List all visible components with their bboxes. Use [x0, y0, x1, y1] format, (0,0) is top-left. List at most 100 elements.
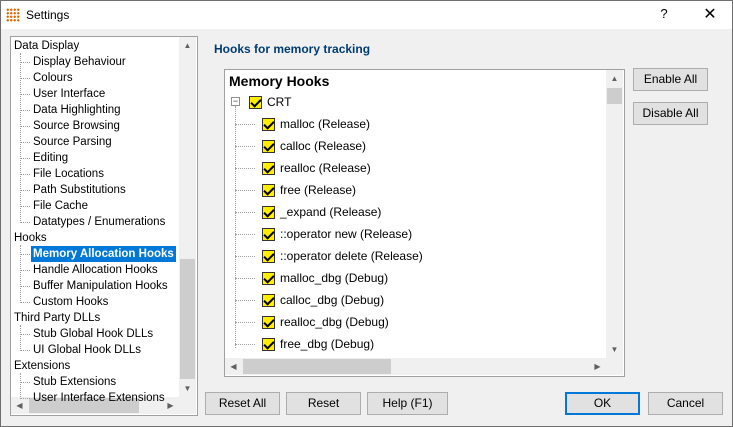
help-button[interactable]: ? — [649, 6, 679, 24]
tree-connector — [235, 344, 255, 345]
scroll-up-arrow-icon[interactable]: ▲ — [606, 70, 623, 87]
tree-category[interactable]: Data Display — [12, 38, 81, 54]
section-title: Hooks for memory tracking — [214, 42, 371, 56]
hook-label: calloc_dbg (Debug) — [280, 293, 385, 307]
reset-all-button[interactable]: Reset All — [205, 392, 280, 415]
crt-group-checkbox[interactable] — [249, 96, 262, 109]
tree-connector — [20, 270, 30, 271]
tree-item[interactable]: User Interface — [31, 86, 107, 102]
app-icon — [6, 8, 20, 22]
hook-checkbox[interactable] — [262, 162, 275, 175]
tree-connector — [235, 234, 255, 235]
scroll-left-arrow-icon[interactable]: ◀ — [225, 358, 242, 375]
scroll-down-arrow-icon[interactable]: ▼ — [606, 341, 623, 358]
tree-item[interactable]: User Interface Extensions — [31, 390, 167, 406]
tree-item[interactable]: UI Global Hook DLLs — [31, 342, 143, 358]
scroll-corner — [179, 397, 196, 414]
ok-button[interactable]: OK — [565, 392, 640, 415]
scroll-thumb-horizontal[interactable] — [243, 359, 391, 374]
hook-label: ::operator delete (Release) — [280, 249, 423, 263]
tree-connector — [20, 373, 21, 399]
scroll-down-arrow-icon[interactable]: ▼ — [179, 380, 196, 397]
tree-connector — [20, 398, 30, 399]
close-button[interactable]: ✕ — [693, 4, 727, 26]
tree-item[interactable]: File Cache — [31, 198, 90, 214]
tree-connector — [20, 286, 30, 287]
hook-label: malloc (Release) — [280, 117, 371, 131]
tree-item[interactable]: Buffer Manipulation Hooks — [31, 278, 170, 294]
tree-item[interactable]: Datatypes / Enumerations — [31, 214, 167, 230]
tree-category[interactable]: Third Party DLLs — [12, 310, 102, 326]
hook-label: realloc_dbg (Debug) — [280, 315, 389, 329]
tree-connector — [20, 62, 30, 63]
disable-all-button[interactable]: Disable All — [633, 102, 708, 125]
tree-connector — [20, 222, 30, 223]
scroll-left-arrow-icon[interactable]: ◀ — [11, 397, 28, 414]
memory-hooks-list[interactable]: Memory Hooks ▲ ▼ ◀ ▶ − CRT malloc (Release… — [224, 69, 625, 377]
tree-connector — [235, 212, 255, 213]
scroll-corner — [606, 358, 623, 375]
cancel-button[interactable]: Cancel — [648, 392, 723, 415]
hook-checkbox[interactable] — [262, 316, 275, 329]
tree-item[interactable]: Colours — [31, 70, 75, 86]
tree-connector — [20, 325, 21, 351]
tree-connector — [20, 190, 30, 191]
tree-item[interactable]: Display Behaviour — [31, 54, 128, 70]
collapse-icon[interactable]: − — [231, 97, 240, 106]
tree-connector — [20, 94, 30, 95]
tree-connector — [235, 146, 255, 147]
tree-item[interactable]: Editing — [31, 150, 70, 166]
hooks-vertical-scrollbar[interactable]: ▲ ▼ — [606, 70, 623, 358]
scroll-thumb[interactable] — [180, 259, 195, 379]
hook-checkbox[interactable] — [262, 272, 275, 285]
hooks-horizontal-scrollbar[interactable]: ◀ ▶ — [225, 358, 606, 375]
tree-item[interactable]: Stub Extensions — [31, 374, 118, 390]
tree-connector — [20, 158, 30, 159]
tree-vertical-scrollbar[interactable]: ▲ ▼ — [179, 37, 196, 397]
tree-connector — [235, 322, 255, 323]
tree-category[interactable]: Extensions — [12, 358, 72, 374]
hook-checkbox[interactable] — [262, 206, 275, 219]
settings-tree[interactable]: ▲ ▼ ◀ ▶ Data Display Display Behaviour Col… — [10, 36, 198, 416]
hook-checkbox[interactable] — [262, 250, 275, 263]
list-header: Memory Hooks — [229, 73, 330, 89]
tree-connector — [20, 206, 30, 207]
tree-connector — [235, 190, 255, 191]
hook-checkbox[interactable] — [262, 228, 275, 241]
scroll-right-arrow-icon[interactable]: ▶ — [589, 358, 606, 375]
reset-button[interactable]: Reset — [286, 392, 361, 415]
tree-connector — [235, 278, 255, 279]
enable-all-button[interactable]: Enable All — [633, 68, 708, 91]
tree-category[interactable]: Hooks — [12, 230, 49, 246]
title-bar: Settings ? ✕ — [1, 1, 732, 29]
hook-checkbox[interactable] — [262, 118, 275, 131]
tree-item[interactable]: Handle Allocation Hooks — [31, 262, 160, 278]
hook-label: malloc_dbg (Debug) — [280, 271, 389, 285]
help-f1-button[interactable]: Help (F1) — [367, 392, 448, 415]
hook-label: free (Release) — [280, 183, 357, 197]
tree-connector — [20, 254, 30, 255]
tree-item[interactable]: Source Parsing — [31, 134, 114, 150]
scroll-thumb[interactable] — [607, 88, 622, 104]
tree-item[interactable]: Source Browsing — [31, 118, 122, 134]
hook-checkbox[interactable] — [262, 338, 275, 351]
tree-connector — [20, 126, 30, 127]
tree-item[interactable]: Memory Allocation Hooks — [31, 246, 176, 262]
tree-item[interactable]: Path Substitutions — [31, 182, 128, 198]
tree-connector — [20, 382, 30, 383]
tree-connector — [20, 334, 30, 335]
hook-checkbox[interactable] — [262, 184, 275, 197]
tree-connector — [20, 302, 30, 303]
settings-window: Settings ? ✕ ▲ ▼ ◀ ▶ Data Display Display… — [0, 0, 733, 427]
hook-label: free_dbg (Debug) — [280, 337, 375, 351]
scroll-up-arrow-icon[interactable]: ▲ — [179, 37, 196, 54]
tree-item[interactable]: Custom Hooks — [31, 294, 110, 310]
tree-connector — [20, 78, 30, 79]
tree-connector — [20, 110, 30, 111]
hook-checkbox[interactable] — [262, 294, 275, 307]
hook-label: calloc (Release) — [280, 139, 367, 153]
tree-item[interactable]: Data Highlighting — [31, 102, 123, 118]
tree-item[interactable]: File Locations — [31, 166, 106, 182]
hook-checkbox[interactable] — [262, 140, 275, 153]
tree-item[interactable]: Stub Global Hook DLLs — [31, 326, 155, 342]
